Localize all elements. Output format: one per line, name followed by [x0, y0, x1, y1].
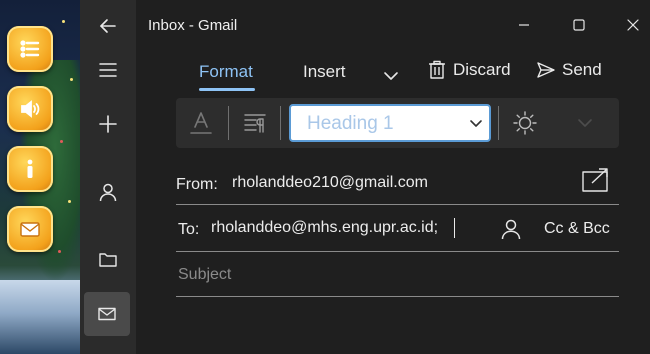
- heading-style-select[interactable]: Heading 1: [289, 104, 491, 142]
- divider: [176, 296, 619, 297]
- light-dot: [58, 250, 61, 253]
- send-icon: [537, 62, 555, 78]
- tab-insert[interactable]: Insert: [303, 62, 346, 82]
- chevron-down-icon: [384, 72, 398, 80]
- text-cursor: [454, 218, 455, 238]
- to-field[interactable]: rholanddeo@mhs.eng.upr.ac.id;: [211, 219, 438, 237]
- back-icon: [100, 19, 116, 33]
- cc-bcc-button[interactable]: Cc & Bcc: [544, 220, 610, 238]
- send-button[interactable]: Send: [536, 60, 602, 80]
- paragraph-icon: [244, 114, 266, 133]
- pop-out-icon: [582, 168, 608, 192]
- font-color-icon: [190, 112, 212, 134]
- light-dot: [60, 140, 63, 143]
- snow-decoration: [0, 280, 80, 354]
- accounts-button[interactable]: [80, 170, 136, 214]
- minimize-icon: [519, 24, 529, 26]
- divider: [176, 251, 619, 252]
- divider: [176, 204, 619, 205]
- compose-window: Inbox - Gmail Format Insert Discard Send…: [136, 0, 650, 354]
- styles-dropdown-button[interactable]: [572, 110, 598, 136]
- sun-icon: [513, 111, 537, 135]
- folder-icon: [99, 253, 117, 267]
- folders-button[interactable]: [80, 238, 136, 282]
- light-dot: [70, 78, 73, 81]
- discard-label: Discard: [453, 60, 511, 79]
- info-app-button[interactable]: [7, 146, 53, 192]
- window-title: Inbox - Gmail: [148, 17, 238, 34]
- speaker-icon: [21, 100, 40, 118]
- nav-rail: [80, 0, 136, 354]
- add-contact-button[interactable]: [500, 218, 522, 240]
- paragraph-format-button[interactable]: [242, 110, 268, 136]
- toolbar-divider: [498, 106, 499, 140]
- heading-style-value: Heading 1: [307, 113, 394, 134]
- maximize-button[interactable]: [566, 12, 592, 38]
- toolbar-divider: [280, 106, 281, 140]
- from-label: From:: [176, 176, 218, 193]
- toolbar-divider: [228, 106, 229, 140]
- discard-button[interactable]: Discard: [427, 60, 511, 80]
- person-icon: [99, 183, 117, 202]
- mail-icon: [98, 307, 116, 321]
- desktop-background: [0, 0, 80, 354]
- from-field[interactable]: rholanddeo210@gmail.com: [232, 174, 428, 192]
- info-icon: [27, 159, 33, 178]
- back-button[interactable]: [80, 4, 136, 48]
- close-button[interactable]: [620, 12, 646, 38]
- mail-button[interactable]: [84, 292, 130, 336]
- chevron-down-icon: [578, 119, 592, 127]
- maximize-icon: [573, 19, 585, 31]
- mail-app-button[interactable]: [7, 206, 53, 252]
- menu-icon: [99, 63, 117, 77]
- light-dot: [62, 20, 65, 23]
- list-app-button[interactable]: [7, 26, 53, 72]
- tab-format[interactable]: Format: [199, 62, 253, 82]
- person-icon: [501, 219, 521, 240]
- close-icon: [627, 19, 639, 31]
- new-mail-icon: [99, 115, 117, 133]
- minimize-button[interactable]: [511, 12, 537, 38]
- list-icon: [20, 40, 40, 58]
- menu-button[interactable]: [80, 48, 136, 92]
- format-toolbar: Heading 1: [176, 98, 619, 148]
- mail-icon: [20, 222, 40, 237]
- trash-icon: [429, 60, 445, 79]
- subject-field[interactable]: Subject: [178, 266, 231, 284]
- chevron-down-icon: [470, 120, 482, 127]
- to-label: To:: [178, 221, 200, 238]
- new-mail-button[interactable]: [80, 102, 136, 146]
- speaker-app-button[interactable]: [7, 86, 53, 132]
- light-dot: [68, 200, 71, 203]
- font-color-button[interactable]: [188, 110, 214, 136]
- send-label: Send: [562, 60, 602, 79]
- styles-button[interactable]: [512, 110, 538, 136]
- more-tabs-button[interactable]: [381, 66, 401, 86]
- tab-format-indicator: [199, 88, 255, 91]
- pop-out-button[interactable]: [582, 168, 610, 192]
